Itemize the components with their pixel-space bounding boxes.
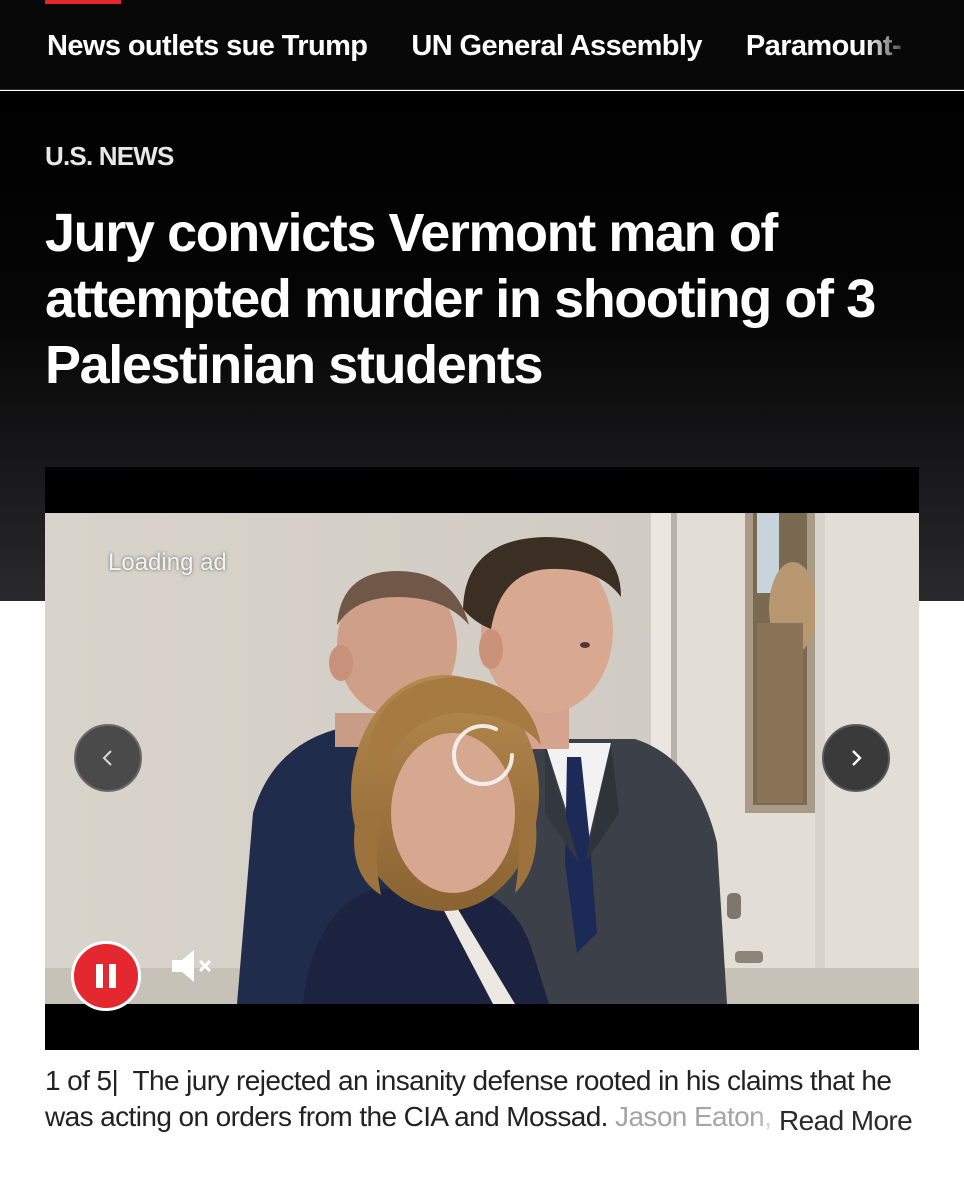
chevron-left-icon	[102, 750, 112, 766]
top-nav-bar: News outlets sue Trump UN General Assembl…	[0, 0, 964, 90]
video-player[interactable]: Loading ad	[45, 467, 919, 1050]
next-slide-button[interactable]	[822, 724, 890, 792]
pause-icon	[96, 964, 116, 988]
nav-link-un-general-assembly[interactable]: UN General Assembly	[411, 30, 702, 63]
nav-link-paramount[interactable]: Paramount-	[746, 30, 902, 63]
loading-spinner-icon	[452, 724, 514, 786]
chevron-right-icon	[852, 750, 862, 766]
nav-link-news-outlets-sue-trump[interactable]: News outlets sue Trump	[47, 30, 368, 63]
active-indicator	[45, 0, 121, 4]
section-label[interactable]: U.S. NEWS	[45, 141, 174, 172]
loading-ad-label: Loading ad	[108, 549, 227, 576]
article-headline: Jury convicts Vermont man of attempted m…	[45, 203, 876, 395]
read-more-link[interactable]: Read More	[757, 1103, 927, 1143]
trending-links: News outlets sue Trump UN General Assembl…	[47, 30, 917, 70]
previous-slide-button[interactable]	[74, 724, 142, 792]
speaker-muted-icon[interactable]	[168, 944, 216, 988]
pause-button[interactable]	[71, 941, 141, 1011]
caption-separator: |	[111, 1065, 119, 1096]
slide-counter: 1 of 5	[45, 1065, 112, 1096]
